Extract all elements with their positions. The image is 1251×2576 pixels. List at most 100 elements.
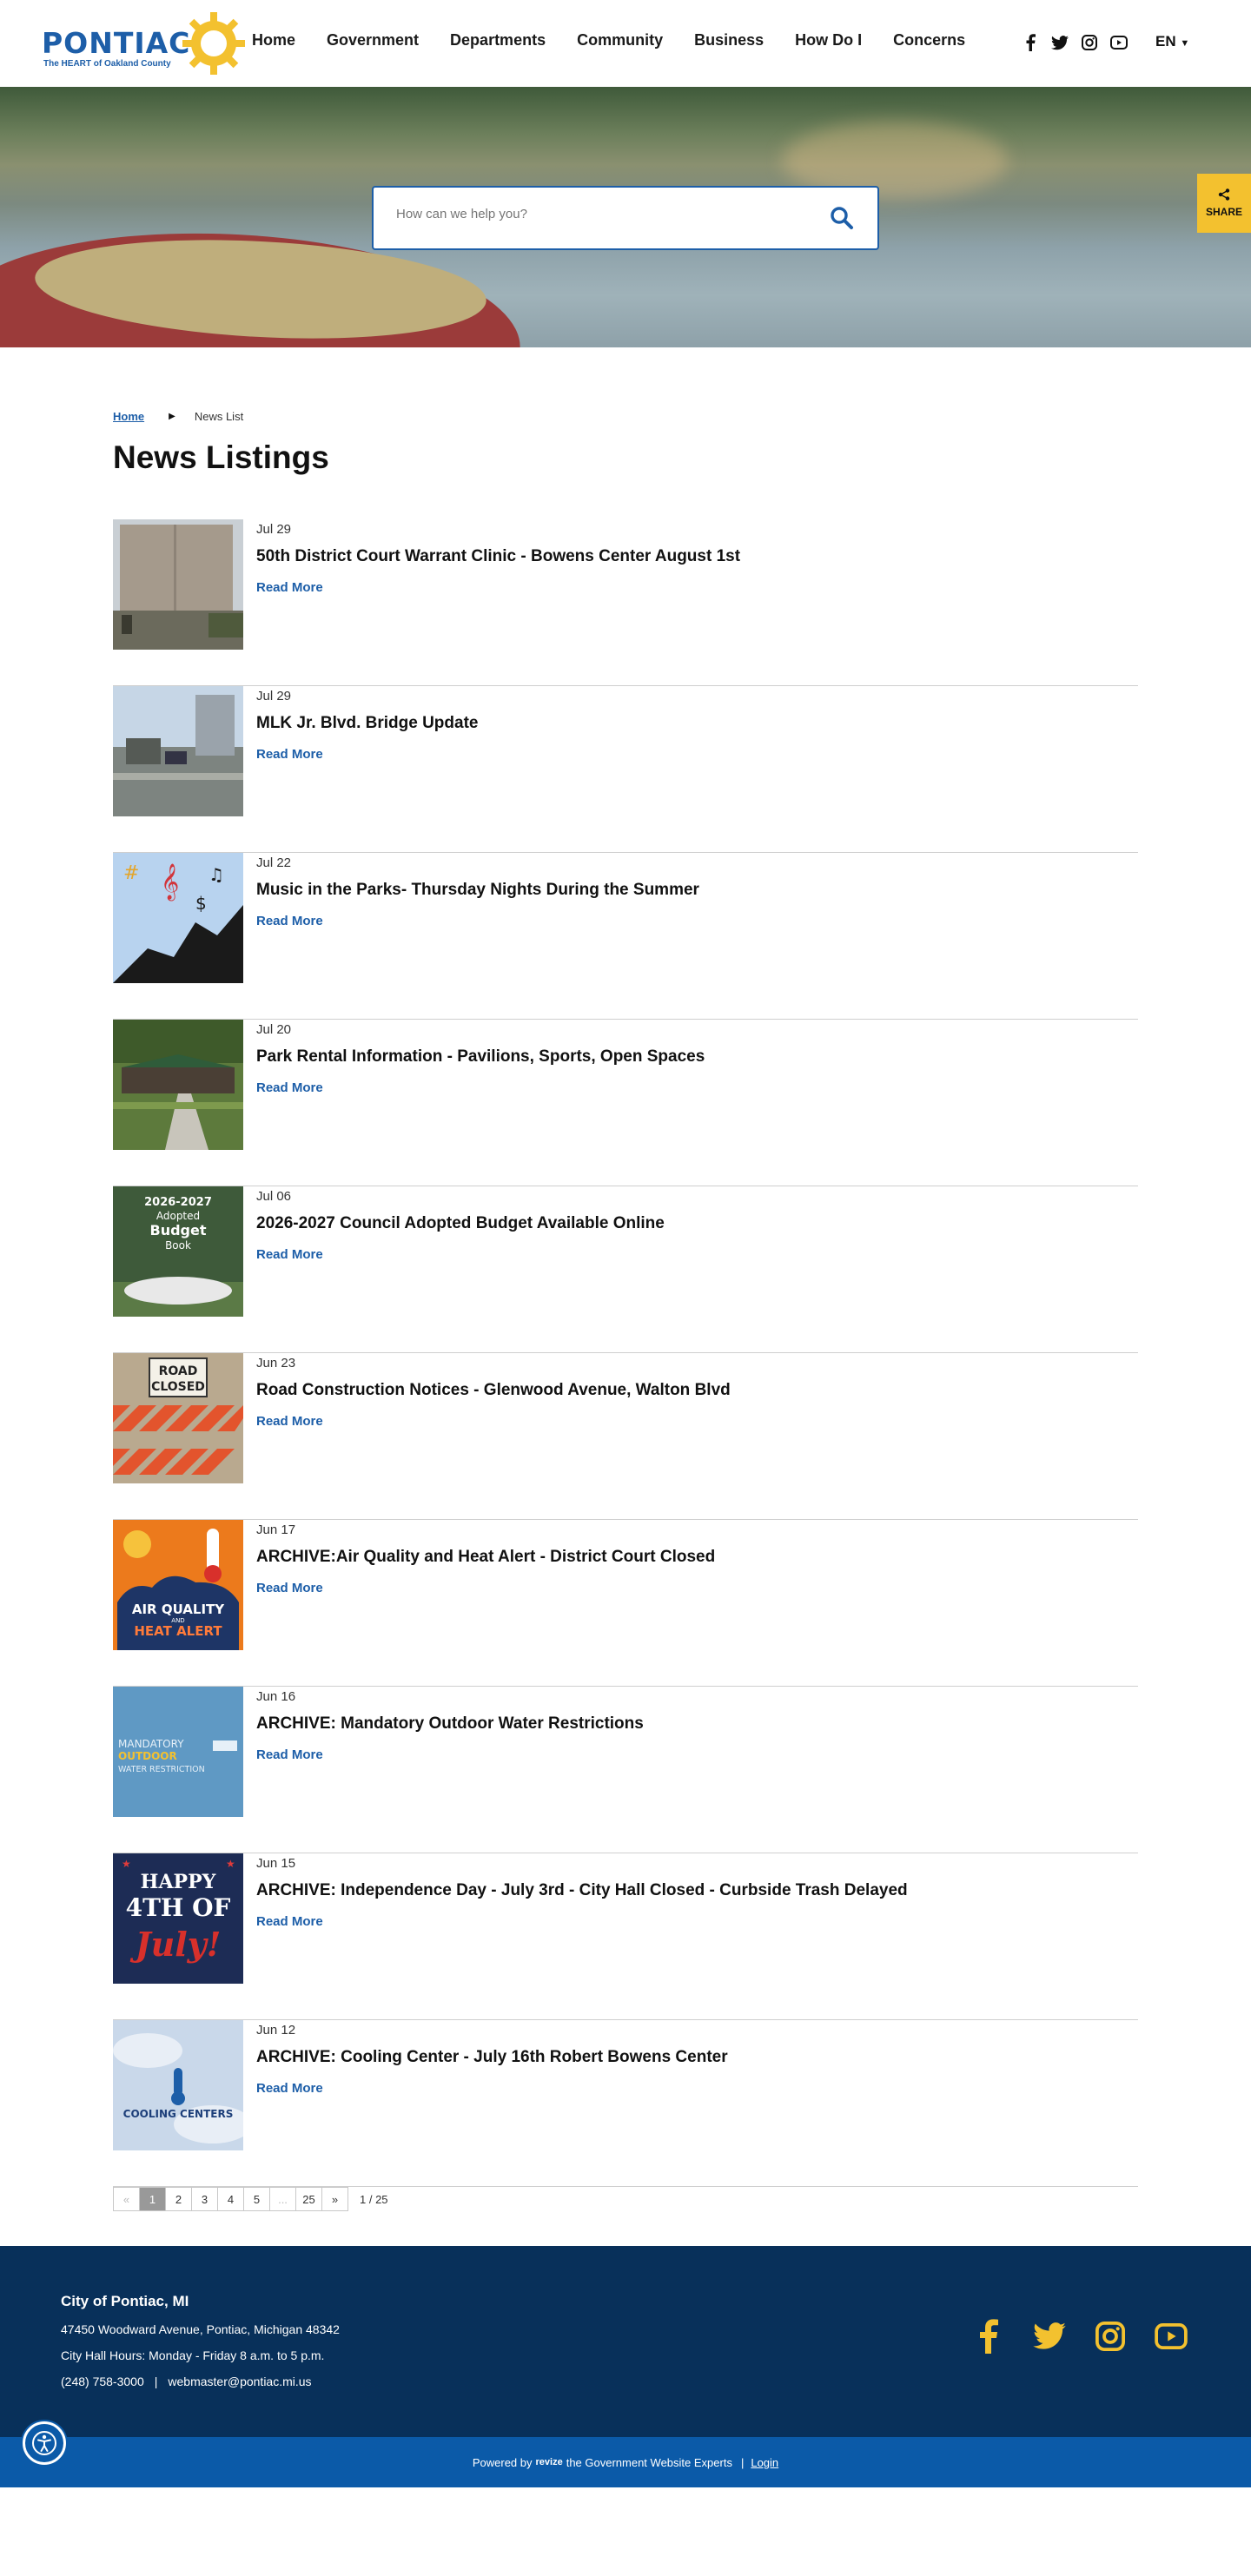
nav-community[interactable]: Community	[577, 31, 663, 50]
news-title[interactable]: Music in the Parks- Thursday Nights Duri…	[256, 881, 699, 900]
news-title[interactable]: ARCHIVE:Air Quality and Heat Alert - Dis…	[256, 1548, 715, 1567]
read-more-link[interactable]: Read More	[256, 1247, 323, 1262]
powered-separator: |	[740, 2455, 745, 2469]
news-date: Jul 20	[256, 1022, 292, 1037]
breadcrumb-current: News List	[194, 410, 244, 423]
chevron-right-icon: ▶	[169, 412, 175, 421]
language-selector[interactable]: EN ▼	[1155, 33, 1189, 50]
share-button[interactable]: SHARE	[1197, 174, 1251, 233]
footer-hours: City Hall Hours: Monday - Friday 8 a.m. …	[61, 2348, 325, 2362]
powered-by-bar: Powered by revize the Government Website…	[0, 2437, 1251, 2487]
read-more-link[interactable]: Read More	[256, 1914, 323, 1929]
news-title[interactable]: Road Construction Notices - Glenwood Ave…	[256, 1381, 731, 1400]
city-logo[interactable]: PONTIAC The HEART of Oakland County	[42, 10, 245, 76]
twitter-icon[interactable]	[1032, 2319, 1067, 2354]
news-date: Jul 22	[256, 855, 292, 870]
news-title[interactable]: Park Rental Information - Pavilions, Spo…	[256, 1047, 705, 1067]
nav-business[interactable]: Business	[694, 31, 764, 50]
news-item: COOLING CENTERS Jun 12 ARCHIVE: Cooling …	[113, 2020, 1138, 2187]
nav-how-do-i[interactable]: How Do I	[795, 31, 862, 50]
heat-thumb-line1: AIR QUALITY	[132, 1602, 225, 1617]
read-more-link[interactable]: Read More	[256, 1581, 323, 1595]
youtube-icon[interactable]	[1154, 2319, 1188, 2354]
footer-contact: (248) 758-3000 | webmaster@pontiac.mi.us	[61, 2375, 312, 2388]
news-title[interactable]: 50th District Court Warrant Clinic - Bow…	[256, 547, 740, 566]
facebook-icon[interactable]	[1022, 33, 1039, 52]
news-thumbnail-building[interactable]	[113, 519, 243, 650]
news-thumbnail-cooling-center[interactable]: COOLING CENTERS	[113, 2020, 243, 2150]
news-title[interactable]: ARCHIVE: Mandatory Outdoor Water Restric…	[256, 1714, 644, 1734]
page-title: News Listings	[113, 439, 329, 475]
footer-email[interactable]: webmaster@pontiac.mi.us	[168, 2375, 311, 2388]
nav-government[interactable]: Government	[327, 31, 419, 50]
svg-text:$: $	[195, 893, 207, 914]
login-link[interactable]: Login	[751, 2456, 778, 2469]
news-item: Jul 20 Park Rental Information - Pavilio…	[113, 1020, 1138, 1186]
road-thumb-line2: CLOSED	[151, 1380, 205, 1394]
news-thumbnail-road-closed[interactable]: ROAD CLOSED	[113, 1353, 243, 1483]
news-item: ROAD CLOSED Jun 23 Road Construction Not…	[113, 1353, 1138, 1520]
footer-separator: |	[154, 2375, 158, 2388]
news-thumbnail-heat-alert[interactable]: AIR QUALITY AND HEAT ALERT	[113, 1520, 243, 1650]
footer-city-name: City of Pontiac, MI	[61, 2293, 189, 2309]
facebook-icon[interactable]	[971, 2319, 1006, 2354]
instagram-icon[interactable]	[1081, 33, 1098, 52]
search-icon[interactable]	[829, 205, 855, 231]
read-more-link[interactable]: Read More	[256, 1747, 323, 1762]
powered-prefix: Powered by	[472, 2455, 533, 2469]
svg-text:★: ★	[122, 1858, 131, 1870]
nav-departments[interactable]: Departments	[450, 31, 546, 50]
footer-social-links	[971, 2319, 1188, 2354]
news-thumbnail-water[interactable]: MANDATORY OUTDOOR WATER RESTRICTION	[113, 1687, 243, 1817]
news-thumbnail-music[interactable]: 𝄞 # ♫ $	[113, 853, 243, 983]
news-thumbnail-bridge[interactable]	[113, 686, 243, 816]
read-more-link[interactable]: Read More	[256, 580, 323, 595]
chevron-down-icon: ▼	[1180, 38, 1190, 49]
pagination-page-4[interactable]: 4	[217, 2187, 244, 2211]
pagination-page-1[interactable]: 1	[139, 2187, 166, 2211]
water-thumb-line3: WATER RESTRICTION	[118, 1765, 205, 1774]
instagram-icon[interactable]	[1093, 2319, 1128, 2354]
read-more-link[interactable]: Read More	[256, 1414, 323, 1429]
news-title[interactable]: ARCHIVE: Independence Day - July 3rd - C…	[256, 1881, 908, 1900]
news-thumbnail-budget[interactable]: 2026-2027 Adopted Budget Book	[113, 1186, 243, 1317]
news-date: Jun 15	[256, 1856, 296, 1871]
breadcrumb-home[interactable]: Home	[113, 410, 144, 423]
news-item: Jul 29 50th District Court Warrant Clini…	[113, 519, 1138, 686]
revize-logo[interactable]: revize	[536, 2457, 563, 2467]
news-title[interactable]: ARCHIVE: Cooling Center - July 16th Robe…	[256, 2048, 728, 2067]
read-more-link[interactable]: Read More	[256, 2081, 323, 2096]
news-title[interactable]: MLK Jr. Blvd. Bridge Update	[256, 714, 478, 733]
read-more-link[interactable]: Read More	[256, 914, 323, 928]
news-date: Jul 29	[256, 522, 292, 537]
budget-thumb-line3: Budget	[150, 1222, 207, 1238]
read-more-link[interactable]: Read More	[256, 747, 323, 762]
budget-thumb-line2: Adopted	[156, 1210, 200, 1222]
twitter-icon[interactable]	[1051, 33, 1069, 52]
accessibility-button[interactable]	[23, 2421, 66, 2465]
news-item: Jul 29 MLK Jr. Blvd. Bridge Update Read …	[113, 686, 1138, 853]
powered-suffix: the Government Website Experts	[566, 2455, 732, 2469]
read-more-link[interactable]: Read More	[256, 1080, 323, 1095]
pagination-page-3[interactable]: 3	[191, 2187, 218, 2211]
youtube-icon[interactable]	[1110, 33, 1128, 52]
news-thumbnail-july-4th[interactable]: ★ ★ HAPPY 4TH OF July!	[113, 1853, 243, 1984]
pagination-page-5[interactable]: 5	[243, 2187, 270, 2211]
pagination-page-last[interactable]: 25	[295, 2187, 322, 2211]
news-title[interactable]: 2026-2027 Council Adopted Budget Availab…	[256, 1214, 665, 1233]
budget-thumb-line4: Book	[165, 1239, 191, 1252]
nav-concerns[interactable]: Concerns	[893, 31, 965, 50]
pagination-prev[interactable]: «	[113, 2187, 140, 2211]
search-input[interactable]	[396, 207, 796, 221]
svg-text:#: #	[123, 862, 139, 884]
svg-text:𝄞: 𝄞	[161, 863, 179, 901]
july-thumb-line2: 4TH OF	[126, 1893, 231, 1922]
pagination-count: 1 / 25	[360, 2192, 388, 2206]
budget-thumb-line1: 2026-2027	[144, 1196, 212, 1209]
nav-home[interactable]: Home	[252, 31, 295, 50]
pagination-next[interactable]: »	[321, 2187, 348, 2211]
pagination-page-2[interactable]: 2	[165, 2187, 192, 2211]
footer-phone[interactable]: (248) 758-3000	[61, 2375, 144, 2388]
news-thumbnail-park[interactable]	[113, 1020, 243, 1150]
heat-thumb-line3: HEAT ALERT	[134, 1623, 222, 1639]
